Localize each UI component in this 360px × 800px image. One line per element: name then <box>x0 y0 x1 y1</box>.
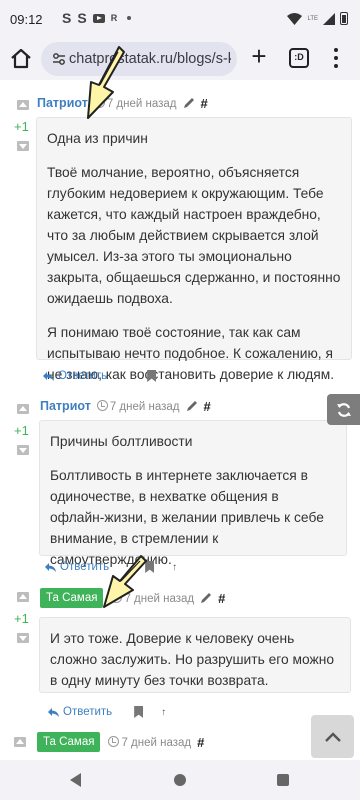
status-time: 09:12 <box>10 12 43 27</box>
permalink-hash[interactable]: # <box>201 96 208 111</box>
status-bar: 09:12 S S R LTE <box>0 0 360 38</box>
notification-s-icon: S <box>77 10 87 26</box>
comment-time: 7 дней назад <box>96 399 180 413</box>
reply-icon <box>45 562 56 572</box>
parent-arrow-icon[interactable]: ↑ <box>172 562 177 573</box>
notification-r-icon: R <box>110 13 118 23</box>
comment-paragraph: Твоё молчание, вероятно, объясняется глу… <box>47 165 341 306</box>
reply-button[interactable]: Ответить <box>43 370 107 382</box>
status-right: LTE <box>287 12 348 25</box>
vote-down-icon[interactable] <box>17 141 29 151</box>
comment-time-text: 7 дней назад <box>121 736 192 749</box>
notification-s-icon: S <box>62 10 72 26</box>
new-tab-button[interactable]: + <box>247 43 271 69</box>
bookmark-icon[interactable] <box>134 706 144 718</box>
comment-body: И это тоже. Доверие к человеку очень сло… <box>39 617 351 693</box>
history-icon <box>96 399 108 411</box>
comment-paragraph: Причины болтливости <box>50 434 193 449</box>
comment-paragraph: Одна из причин <box>47 131 148 146</box>
edit-icon[interactable] <box>183 97 195 109</box>
home-icon[interactable] <box>8 46 34 72</box>
vote-up-icon[interactable] <box>17 592 29 602</box>
vote-up-icon[interactable] <box>14 737 26 747</box>
bookmark-icon[interactable] <box>147 370 157 382</box>
screen: 09:12 S S R LTE chatprostatak.ru/blogs/s… <box>0 0 360 800</box>
youtube-icon <box>92 13 105 23</box>
pointer-arrow-icon <box>103 555 147 608</box>
vote-down-icon[interactable] <box>17 633 29 643</box>
permalink-hash[interactable]: # <box>204 399 211 414</box>
reply-label: Ответить <box>58 370 108 382</box>
comment-body: Причины болтливости Болтливость в интерн… <box>39 420 347 567</box>
comment-time: 7 дней назад <box>108 735 192 749</box>
url-bar[interactable]: chatprostatak.ru/blogs/s-k <box>41 42 237 76</box>
vote-down-icon[interactable] <box>17 445 29 455</box>
parent-arrow-icon[interactable]: ↑ <box>161 707 166 718</box>
comment-author-badge[interactable]: Та Самая <box>40 588 104 608</box>
comment-author[interactable]: Патриот <box>40 399 91 413</box>
browser-menu-button[interactable] <box>333 48 339 70</box>
vote-controls: +1 <box>14 404 36 455</box>
permalink-hash[interactable]: # <box>197 735 204 750</box>
reply-icon <box>48 707 59 717</box>
comment-body: Одна из причин Твоё молчание, вероятно, … <box>36 117 352 382</box>
vote-controls <box>13 737 33 747</box>
browser-toolbar: chatprostatak.ru/blogs/s-k + :D <box>0 38 360 80</box>
vote-score: +1 <box>14 119 29 134</box>
refresh-button[interactable] <box>327 394 360 425</box>
comment-actions: Ответить <box>43 370 157 382</box>
battery-icon <box>340 12 348 25</box>
lte-label: LTE <box>307 15 318 22</box>
permalink-hash[interactable]: # <box>218 591 225 606</box>
refresh-icon <box>336 402 351 417</box>
signal-icon <box>323 12 335 25</box>
wifi-icon <box>287 12 303 25</box>
comments-feed: +1 Патриот 7 дней назад # Одна из причин… <box>0 80 360 760</box>
more-notifications-icon <box>127 16 132 20</box>
vote-up-icon[interactable] <box>17 100 29 110</box>
comment-author[interactable]: Патриот <box>37 96 88 110</box>
system-nav-bar <box>0 760 360 800</box>
comment-meta: Та Самая 7 дней назад # <box>37 732 204 752</box>
edit-icon[interactable] <box>186 400 198 412</box>
vote-controls: +1 <box>14 100 36 151</box>
notification-icons: S S R <box>62 10 132 26</box>
vote-score: +1 <box>14 611 29 626</box>
pointer-arrow-icon <box>87 46 125 119</box>
comment-meta: Патриот 7 дней назад # <box>40 396 211 416</box>
chevron-up-icon <box>324 731 341 742</box>
comment-paragraph: Болтливость в интернете заключается в од… <box>50 468 324 567</box>
back-icon[interactable] <box>70 773 81 787</box>
vote-controls: +1 <box>14 592 36 643</box>
reply-icon <box>43 371 54 381</box>
comment-time-text: 7 дней назад <box>109 400 180 413</box>
recents-icon[interactable] <box>277 774 289 786</box>
scroll-to-top-button[interactable] <box>311 715 354 758</box>
site-settings-icon[interactable] <box>52 52 66 66</box>
comment-author-badge[interactable]: Та Самая <box>37 732 101 752</box>
reply-label: Ответить <box>63 706 113 718</box>
comment-paragraph: И это тоже. Доверие к человеку очень сло… <box>50 631 335 688</box>
comment-actions: Ответить ↑ <box>48 706 166 718</box>
vote-score: +1 <box>14 423 29 438</box>
home-nav-icon[interactable] <box>174 774 186 786</box>
history-icon <box>108 735 120 747</box>
tab-switcher-button[interactable]: :D <box>289 48 309 68</box>
reply-button[interactable]: Ответить <box>48 706 112 718</box>
vote-up-icon[interactable] <box>17 404 29 414</box>
edit-icon[interactable] <box>200 592 212 604</box>
